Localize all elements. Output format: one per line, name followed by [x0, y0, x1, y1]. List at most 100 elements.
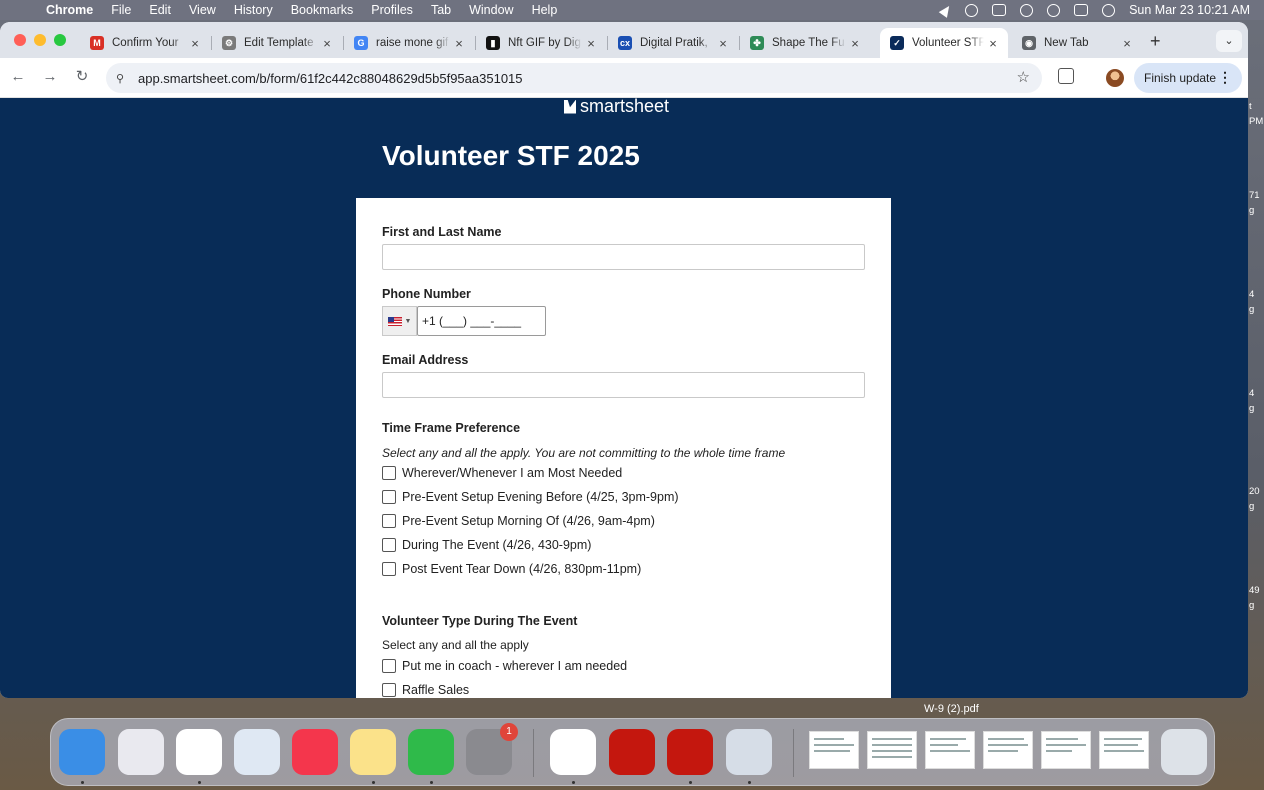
clock[interactable]: Sun Mar 23 10:21 AM — [1129, 3, 1250, 17]
word-icon[interactable] — [550, 729, 596, 775]
finish-update-button[interactable]: Finish update ⋮ — [1134, 63, 1242, 93]
minimized-window-thumbnail[interactable] — [1041, 731, 1091, 769]
page-content: smartsheet Volunteer STF 2025 First and … — [0, 98, 1248, 698]
background-window-text: g — [1249, 304, 1255, 315]
timeframe-option[interactable]: Wherever/Whenever I am Most Needed — [382, 466, 622, 480]
close-tab-icon[interactable]: × — [714, 36, 732, 51]
menu-history[interactable]: History — [234, 3, 273, 17]
music-icon[interactable] — [292, 729, 338, 775]
timeframe-option[interactable]: During The Event (4/26, 430-9pm) — [382, 538, 591, 552]
menu-file[interactable]: File — [111, 3, 131, 17]
numbers-icon[interactable] — [408, 729, 454, 775]
new-tab-button[interactable]: + — [1150, 31, 1161, 52]
browser-tab[interactable]: ◉ New Tab × — [1012, 28, 1142, 58]
name-input[interactable] — [382, 244, 865, 270]
tab-search-button[interactable]: ⌄ — [1216, 30, 1242, 52]
minimized-window-thumbnail[interactable] — [867, 731, 917, 769]
minimized-window-thumbnail[interactable] — [809, 731, 859, 769]
system-settings-icon[interactable]: 1 — [466, 723, 518, 775]
chrome-menu-icon[interactable]: ⋮ — [1218, 69, 1232, 86]
preview-icon[interactable] — [726, 729, 772, 775]
running-indicator — [689, 781, 692, 784]
checkbox[interactable] — [382, 538, 396, 552]
menu-profiles[interactable]: Profiles — [371, 3, 413, 17]
close-tab-icon[interactable]: × — [846, 36, 864, 51]
battery-icon[interactable] — [992, 4, 1007, 16]
browser-tab[interactable]: M Confirm Your × — [80, 28, 210, 58]
background-window-text: 4 — [1249, 388, 1255, 399]
checkbox[interactable] — [382, 659, 396, 673]
acrobat-icon[interactable] — [609, 729, 655, 775]
zoom-window-icon[interactable] — [54, 34, 66, 46]
menu-window[interactable]: Window — [469, 3, 513, 17]
menu-tab[interactable]: Tab — [431, 3, 451, 17]
browser-tab[interactable]: ⚙ Edit Template × — [212, 28, 342, 58]
chrome-icon[interactable] — [176, 729, 222, 775]
notes-icon[interactable] — [350, 729, 396, 775]
close-tab-icon[interactable]: × — [1118, 36, 1136, 51]
checkbox[interactable] — [382, 466, 396, 480]
play-icon[interactable] — [965, 3, 979, 17]
close-tab-icon[interactable]: × — [984, 36, 1002, 51]
control-center-icon[interactable] — [1074, 4, 1089, 16]
checkbox[interactable] — [382, 490, 396, 504]
timeframe-option[interactable]: Pre-Event Setup Evening Before (4/25, 3p… — [382, 490, 679, 504]
checkbox[interactable] — [382, 514, 396, 528]
search-icon[interactable] — [1047, 3, 1061, 17]
option-label: Raffle Sales — [402, 683, 470, 697]
forward-button[interactable]: → — [39, 66, 61, 88]
extensions-icon[interactable] — [1058, 68, 1074, 84]
timeframe-option[interactable]: Pre-Event Setup Morning Of (4/26, 9am-4p… — [382, 514, 655, 528]
email-input[interactable] — [382, 372, 865, 398]
minimized-window-thumbnail[interactable] — [983, 731, 1033, 769]
link-icon[interactable] — [1020, 3, 1034, 17]
finder-icon[interactable] — [59, 729, 105, 775]
email-label: Email Address — [382, 353, 469, 367]
minimized-window-thumbnail[interactable] — [925, 731, 975, 769]
browser-tab[interactable]: ✓ Volunteer STF × — [880, 28, 1008, 58]
close-tab-icon[interactable]: × — [582, 36, 600, 51]
trash-icon[interactable] — [1161, 729, 1207, 775]
site-info-icon[interactable]: ⚲ — [116, 72, 130, 85]
profile-avatar[interactable] — [1106, 69, 1124, 87]
location-icon — [938, 2, 954, 18]
menu-help[interactable]: Help — [532, 3, 558, 17]
app-store-icon[interactable] — [234, 729, 280, 775]
option-label: Wherever/Whenever I am Most Needed — [402, 466, 623, 480]
checkbox[interactable] — [382, 562, 396, 576]
browser-tab[interactable]: ✤ Shape The Fu × — [740, 28, 870, 58]
reload-button[interactable]: ↻ — [71, 66, 93, 88]
browser-tab[interactable]: ▮ Nft GIF by Dig × — [476, 28, 606, 58]
tab-title: New Tab — [1044, 37, 1089, 49]
menu-view[interactable]: View — [189, 3, 216, 17]
menu-edit[interactable]: Edit — [149, 3, 171, 17]
menu-app-name[interactable]: Chrome — [46, 3, 93, 17]
close-tab-icon[interactable]: × — [318, 36, 336, 51]
volunteer-type-option[interactable]: Put me in coach - wherever I am needed — [382, 659, 627, 673]
checkbox[interactable] — [382, 683, 396, 697]
minimize-window-icon[interactable] — [34, 34, 46, 46]
close-tab-icon[interactable]: × — [450, 36, 468, 51]
background-window-text: g — [1249, 600, 1255, 611]
siri-icon[interactable] — [1102, 3, 1116, 17]
address-bar[interactable]: ⚲ app.smartsheet.com/b/form/61f2c442c880… — [106, 63, 1042, 93]
gmail-icon: M — [90, 36, 104, 50]
minimized-window-thumbnail[interactable] — [1099, 731, 1149, 769]
back-button[interactable]: ← — [7, 66, 29, 88]
close-window-icon[interactable] — [14, 34, 26, 46]
timeframe-option[interactable]: Post Event Tear Down (4/26, 830pm-11pm) — [382, 562, 641, 576]
launchpad-icon[interactable] — [118, 729, 164, 775]
finish-update-label: Finish update — [1144, 71, 1217, 85]
chrome-icon: ◉ — [1022, 36, 1036, 50]
browser-tab[interactable]: Graise mone gif × — [344, 28, 474, 58]
url-text[interactable]: app.smartsheet.com/b/form/61f2c442c88048… — [138, 71, 523, 86]
browser-tab[interactable]: cx Digital Pratik, × — [608, 28, 738, 58]
acrobat-icon-2[interactable] — [667, 729, 713, 775]
bookmark-star-icon[interactable]: ☆ — [1017, 68, 1030, 86]
close-tab-icon[interactable]: × — [186, 36, 204, 51]
volunteer-type-option[interactable]: Raffle Sales — [382, 683, 469, 697]
country-code-selector[interactable]: ▼ — [382, 306, 417, 336]
menu-bookmarks[interactable]: Bookmarks — [291, 3, 354, 17]
phone-input[interactable]: +1 (___) ___-____ — [417, 306, 546, 336]
status-area: Sun Mar 23 10:21 AM — [938, 0, 1250, 20]
